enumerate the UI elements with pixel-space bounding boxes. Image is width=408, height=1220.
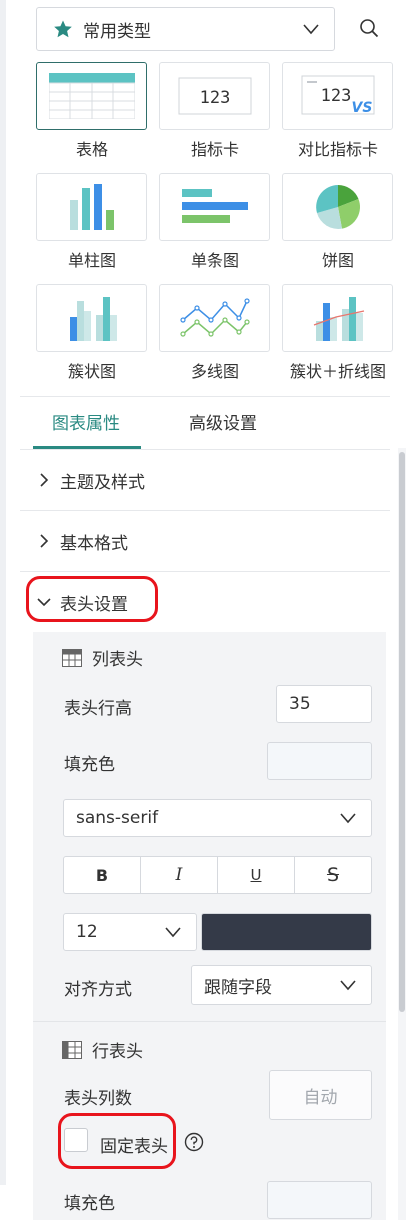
tab-advanced-settings[interactable]: 高级设置 xyxy=(189,409,257,434)
chevron-down-icon xyxy=(165,927,181,938)
chart-type-clustered-column[interactable] xyxy=(36,284,147,352)
chevron-down-icon xyxy=(340,980,356,991)
section-label: 表头设置 xyxy=(60,594,128,615)
row-height-input[interactable]: 35 xyxy=(276,685,372,723)
header-column-count-label: 表头列数 xyxy=(64,1089,132,1109)
freeze-header-checkbox[interactable] xyxy=(64,1128,88,1152)
chart-type-kpi-card[interactable]: 123 xyxy=(159,62,270,130)
table-chart-icon xyxy=(48,73,135,119)
chart-type-compare-kpi-card[interactable]: 123 VS xyxy=(282,62,393,130)
chart-type-label: 簇状＋折线图 xyxy=(289,362,386,381)
left-panel-edge xyxy=(0,0,6,1185)
chart-type-label: 表格 xyxy=(75,140,108,159)
chevron-right-icon xyxy=(40,534,49,548)
chart-type-clustered-line-combo[interactable] xyxy=(282,284,393,352)
table-icon xyxy=(62,648,82,667)
section-theme-style[interactable]: 主题及样式 xyxy=(20,450,390,510)
kpi-card-number: 123 xyxy=(199,88,230,108)
chevron-down-icon xyxy=(303,24,319,35)
chart-type-label: 簇状图 xyxy=(67,362,116,381)
chart-category-select[interactable]: 常用类型 xyxy=(36,7,335,51)
section-label: 主题及样式 xyxy=(60,472,145,493)
section-label: 基本格式 xyxy=(60,533,128,554)
italic-button[interactable]: I xyxy=(141,857,218,893)
chart-type-multi-line[interactable] xyxy=(159,284,270,352)
multi-line-chart-icon xyxy=(179,298,250,337)
chart-type-label: 单条图 xyxy=(190,251,239,270)
chart-type-pie[interactable] xyxy=(282,173,393,241)
alignment-label: 对齐方式 xyxy=(64,980,132,1000)
column-header-title: 列表头 xyxy=(92,650,143,670)
single-bar-chart-icon xyxy=(181,189,248,223)
header-column-count-input[interactable]: 自动 xyxy=(269,1070,372,1120)
fill-color-label: 填充色 xyxy=(64,755,115,775)
row-fill-color-label: 填充色 xyxy=(64,1194,115,1214)
column-header-heading: 列表头 xyxy=(62,645,143,670)
chart-type-label: 对比指标卡 xyxy=(297,140,378,159)
row-height-label: 表头行高 xyxy=(64,699,132,719)
chart-type-label: 单柱图 xyxy=(67,251,116,270)
font-family-value: sans-serif xyxy=(76,808,159,828)
divider xyxy=(33,1021,386,1022)
section-header-settings[interactable]: 表头设置 xyxy=(20,572,390,632)
underline-button[interactable]: U xyxy=(218,857,295,893)
chart-type-single-column[interactable] xyxy=(36,173,147,241)
row-fill-color-picker[interactable] xyxy=(267,1181,372,1219)
chart-category-label: 常用类型 xyxy=(83,21,151,42)
search-button[interactable] xyxy=(355,14,383,42)
text-style-group: B I U S xyxy=(63,856,372,894)
kpi-card-icon: 123 xyxy=(178,77,251,115)
chevron-down-icon xyxy=(37,598,51,607)
bold-button[interactable]: B xyxy=(64,857,141,893)
clustered-line-combo-chart-icon xyxy=(313,297,364,341)
chart-type-single-bar[interactable] xyxy=(159,173,270,241)
row-table-icon xyxy=(62,1040,82,1059)
font-family-select[interactable]: sans-serif xyxy=(63,799,372,837)
chevron-down-icon xyxy=(340,813,356,824)
chart-type-table[interactable] xyxy=(36,62,147,130)
scrollbar-thumb[interactable] xyxy=(399,452,405,1012)
row-header-title: 行表头 xyxy=(92,1042,143,1062)
compare-kpi-card-icon: 123 VS xyxy=(301,75,374,116)
search-icon xyxy=(360,19,379,38)
strikethrough-button[interactable]: S xyxy=(295,857,371,893)
star-icon xyxy=(54,20,72,38)
chart-type-label: 多线图 xyxy=(190,362,239,381)
help-icon[interactable] xyxy=(184,1132,204,1152)
alignment-value: 跟随字段 xyxy=(204,977,272,998)
chart-type-label: 指标卡 xyxy=(190,140,239,159)
compare-kpi-number: 123 xyxy=(320,86,351,106)
fill-color-picker[interactable] xyxy=(267,742,372,780)
single-column-chart-icon xyxy=(69,184,114,230)
pie-chart-icon xyxy=(315,185,360,229)
section-basic-format[interactable]: 基本格式 xyxy=(20,511,390,571)
clustered-column-chart-icon xyxy=(69,297,117,341)
tab-chart-properties[interactable]: 图表属性 xyxy=(52,409,120,434)
font-color-picker[interactable] xyxy=(201,913,372,951)
font-size-value: 12 xyxy=(76,922,98,942)
row-header-heading: 行表头 xyxy=(62,1037,143,1062)
divider xyxy=(20,396,390,397)
chevron-right-icon xyxy=(40,473,49,487)
alignment-select[interactable]: 跟随字段 xyxy=(191,965,372,1005)
font-size-select[interactable]: 12 xyxy=(63,913,197,951)
compare-kpi-badge: VS xyxy=(351,100,372,116)
chart-type-label: 饼图 xyxy=(321,251,354,270)
freeze-header-label: 固定表头 xyxy=(100,1137,168,1157)
